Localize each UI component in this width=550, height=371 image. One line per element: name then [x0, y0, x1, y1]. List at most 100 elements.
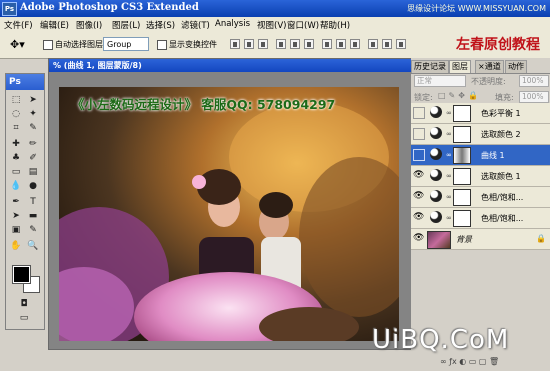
adjustment-layer-icon — [430, 169, 442, 181]
menu-view[interactable]: 视图(V) — [257, 19, 286, 31]
align-right-icon[interactable] — [304, 39, 314, 49]
move-tool-icon[interactable]: ✥▾ — [10, 38, 25, 51]
foreground-color-swatch[interactable] — [12, 265, 31, 284]
layer-mask-thumbnail[interactable] — [453, 105, 471, 122]
magic-wand-icon[interactable]: ✦ — [26, 108, 40, 120]
layer-mask-thumbnail[interactable] — [453, 126, 471, 143]
align-left-icon[interactable] — [276, 39, 286, 49]
layer-row[interactable]: 👁 ∞ 色相/饱和... — [411, 187, 550, 208]
distribute-left-icon[interactable] — [368, 39, 378, 49]
opacity-label: 不透明度: — [471, 77, 506, 86]
auto-select-dropdown[interactable]: Group — [103, 37, 149, 51]
adjustment-layer-icon — [430, 190, 442, 202]
quick-mask-icon[interactable]: ◘ — [17, 298, 31, 310]
align-hcenter-icon[interactable] — [290, 39, 300, 49]
visibility-toggle[interactable] — [413, 128, 425, 140]
blur-tool-icon[interactable]: 💧 — [9, 180, 23, 192]
auto-select-checkbox[interactable] — [43, 40, 53, 50]
distribute-vcenter-icon[interactable] — [336, 39, 346, 49]
eye-icon[interactable]: 👁 — [413, 170, 424, 181]
layer-name[interactable]: 色相/饱和... — [481, 192, 523, 203]
distribute-hcenter-icon[interactable] — [382, 39, 392, 49]
panel-bottom-icons[interactable]: ∞ ƒx ◐ ▭ ▢ 🗑 — [440, 357, 499, 366]
opacity-input[interactable]: 100% — [519, 75, 549, 87]
layer-row[interactable]: ∞ 色彩平衡 1 — [411, 103, 550, 124]
dodge-tool-icon[interactable]: ● — [26, 180, 40, 192]
distribute-right-icon[interactable] — [396, 39, 406, 49]
tab-layers[interactable]: 图层 — [449, 60, 471, 73]
hand-tool-icon[interactable]: ✋ — [9, 240, 23, 252]
blend-mode-select[interactable]: 正常 — [414, 75, 466, 87]
layer-name[interactable]: 曲线 1 — [481, 150, 505, 161]
eraser-tool-icon[interactable]: ▭ — [9, 166, 23, 178]
clone-stamp-icon[interactable]: ♣ — [9, 152, 23, 164]
pen-tool-icon[interactable]: ✒ — [9, 196, 23, 208]
menu-image[interactable]: 图像(I) — [76, 19, 102, 31]
screen-mode-icon[interactable]: ▭ — [17, 312, 31, 324]
brush-tool-icon[interactable]: ✏ — [26, 138, 40, 150]
layer-mask-thumbnail[interactable] — [453, 168, 471, 185]
link-icon: ∞ — [446, 130, 452, 138]
distribute-bottom-icon[interactable] — [350, 39, 360, 49]
type-tool-icon[interactable]: T — [26, 196, 40, 208]
menu-layer[interactable]: 图层(L) — [112, 19, 140, 31]
move-tool-icon[interactable]: ➤ — [26, 94, 40, 106]
fill-input[interactable]: 100% — [519, 91, 549, 103]
align-bottom-icon[interactable] — [258, 39, 268, 49]
layer-row[interactable]: 👁 ∞ 色相/饱和... — [411, 208, 550, 229]
align-vcenter-icon[interactable] — [244, 39, 254, 49]
marquee-tool-icon[interactable]: ⬚ — [9, 94, 23, 106]
layer-mask-thumbnail[interactable] — [453, 189, 471, 206]
layer-mask-thumbnail[interactable] — [453, 147, 471, 164]
gradient-tool-icon[interactable]: ▤ — [26, 166, 40, 178]
menu-analysis[interactable]: Analysis — [215, 19, 250, 29]
background-thumbnail[interactable] — [427, 231, 451, 249]
eyedropper-icon[interactable]: ✎ — [26, 224, 40, 236]
layer-name[interactable]: 选取颜色 1 — [481, 171, 521, 182]
slice-tool-icon[interactable]: ✎ — [26, 122, 40, 134]
layer-row[interactable]: ∞ 选取颜色 2 — [411, 124, 550, 145]
menu-bar: 文件(F) 编辑(E) 图像(I) 图层(L) 选择(S) 滤镜(T) Anal… — [0, 17, 550, 33]
layer-name[interactable]: 色相/饱和... — [481, 213, 523, 224]
tab-channels[interactable]: ×通道 — [475, 60, 504, 73]
layer-row-selected[interactable]: ∞ 曲线 1 — [411, 145, 550, 166]
visibility-toggle[interactable] — [413, 149, 425, 161]
tab-history[interactable]: 历史记录 — [411, 60, 449, 73]
eye-icon[interactable]: 👁 — [413, 233, 424, 244]
notes-tool-icon[interactable]: ▣ — [9, 224, 23, 236]
layer-name[interactable]: 色彩平衡 1 — [481, 108, 521, 119]
layer-name[interactable]: 背景 — [456, 234, 472, 245]
toolbox: Ps ⬚ ➤ ◌ ✦ ⌗ ✎ ✚ ✏ ♣ ✐ ▭ ▤ 💧 ● ✒ T ➤ ▬ ▣… — [5, 73, 45, 330]
crop-tool-icon[interactable]: ⌗ — [9, 122, 23, 134]
healing-brush-icon[interactable]: ✚ — [9, 138, 23, 150]
image-canvas[interactable]: 《小左数码远程设计》 客服QQ: 578094297 — [59, 87, 399, 341]
eye-icon[interactable]: 👁 — [413, 191, 424, 202]
menu-select[interactable]: 选择(S) — [146, 19, 175, 31]
eye-icon[interactable]: 👁 — [413, 212, 424, 223]
layer-row[interactable]: 👁 背景 🔒 — [411, 229, 550, 250]
adjustment-layer-icon — [430, 127, 442, 139]
link-icon: ∞ — [446, 193, 452, 201]
distribute-top-icon[interactable] — [322, 39, 332, 49]
lasso-tool-icon[interactable]: ◌ — [9, 108, 23, 120]
tab-actions[interactable]: 动作 — [505, 60, 527, 73]
link-icon: ∞ — [446, 214, 452, 222]
show-transform-checkbox[interactable] — [157, 40, 167, 50]
menu-filter[interactable]: 滤镜(T) — [181, 19, 210, 31]
align-top-icon[interactable] — [230, 39, 240, 49]
history-brush-icon[interactable]: ✐ — [26, 152, 40, 164]
layer-name[interactable]: 选取颜色 2 — [481, 129, 521, 140]
menu-help[interactable]: 帮助(H) — [320, 19, 350, 31]
layer-mask-thumbnail[interactable] — [453, 210, 471, 227]
lock-icons[interactable]: □✎✥🔒 — [438, 91, 481, 100]
menu-window[interactable]: 窗口(W) — [287, 19, 319, 31]
shape-tool-icon[interactable]: ▬ — [26, 210, 40, 222]
zoom-tool-icon[interactable]: 🔍 — [26, 240, 40, 252]
path-select-icon[interactable]: ➤ — [9, 210, 23, 222]
corner-watermark: UiBQ.CoM — [372, 325, 510, 355]
visibility-toggle[interactable] — [413, 107, 425, 119]
menu-edit[interactable]: 编辑(E) — [40, 19, 69, 31]
layer-row[interactable]: 👁 ∞ 选取颜色 1 — [411, 166, 550, 187]
menu-file[interactable]: 文件(F) — [4, 19, 33, 31]
document-title[interactable]: % (曲线 1, 图层蒙版/8) — [49, 59, 412, 72]
